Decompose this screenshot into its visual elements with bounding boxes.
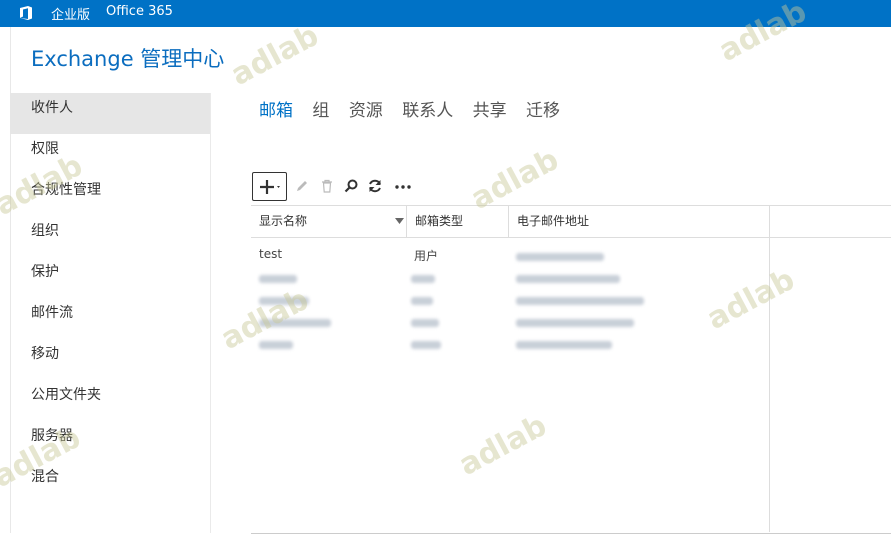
- more-button[interactable]: [392, 172, 414, 200]
- nav-item-mobile[interactable]: 移动: [10, 339, 210, 380]
- nav-item-organization[interactable]: 组织: [10, 216, 210, 257]
- nav-item-label: 组织: [31, 223, 59, 239]
- nav-item-label: 混合: [31, 469, 59, 485]
- more-icon: [395, 185, 411, 189]
- table-row[interactable]: [251, 287, 769, 309]
- col-header-label: 电子邮件地址: [517, 214, 590, 228]
- cell-mailbox-type-redacted: [411, 294, 433, 308]
- cell-mailbox-type-redacted: [411, 338, 441, 352]
- col-header-email[interactable]: 电子邮件地址: [509, 206, 770, 237]
- nav-item-label: 权限: [31, 141, 59, 157]
- tab-shared[interactable]: 共享: [473, 101, 507, 121]
- cell-email-redacted: [516, 338, 612, 352]
- recipient-tabs: 邮箱 组 资源 联系人 共享 迁移: [259, 96, 574, 121]
- cell-email-redacted: [516, 294, 644, 308]
- add-button[interactable]: [252, 172, 287, 201]
- cell-display-name-redacted: [259, 272, 297, 286]
- nav-item-hybrid[interactable]: 混合: [10, 462, 210, 503]
- grid-header: 显示名称 邮箱类型 电子邮件地址: [251, 206, 891, 238]
- refresh-button[interactable]: [365, 172, 385, 200]
- refresh-icon: [369, 179, 381, 193]
- table-row[interactable]: [251, 331, 769, 353]
- delete-button[interactable]: [317, 172, 337, 200]
- cell-mailbox-type: 用户: [414, 249, 439, 263]
- nav-divider: [210, 93, 211, 533]
- cell-display-name: test: [259, 247, 283, 261]
- nav-item-label: 服务器: [31, 428, 73, 444]
- cell-email-redacted: [516, 250, 604, 264]
- nav-item-label: 合规性管理: [31, 182, 101, 198]
- cell-email-redacted: [516, 272, 620, 286]
- product-label[interactable]: Office 365: [106, 4, 173, 19]
- edition-label[interactable]: 企业版: [51, 4, 90, 23]
- left-nav: 收件人 权限 合规性管理 组织 保护 邮件流 移动 公用文件夹 服务器 混合: [10, 93, 210, 503]
- edit-button[interactable]: [292, 172, 312, 200]
- watermark: adlab: [225, 18, 325, 93]
- cell-mailbox-type-redacted: [411, 316, 439, 330]
- nav-item-label: 移动: [31, 346, 59, 362]
- nav-item-permissions[interactable]: 权限: [10, 134, 210, 175]
- cell-mailbox-type-redacted: [411, 272, 435, 286]
- delete-icon: [322, 179, 332, 193]
- tab-groups[interactable]: 组: [312, 101, 329, 121]
- table-row[interactable]: test 用户: [251, 243, 769, 265]
- add-icon: [259, 179, 280, 194]
- office-logo-icon[interactable]: [18, 5, 34, 21]
- nav-item-label: 公用文件夹: [31, 387, 101, 403]
- app-title: Exchange 管理中心: [31, 47, 225, 71]
- tab-mailboxes[interactable]: 邮箱: [259, 101, 293, 121]
- edit-icon: [297, 181, 307, 191]
- search-button[interactable]: [341, 172, 361, 200]
- search-icon: [344, 179, 358, 193]
- nav-item-compliance[interactable]: 合规性管理: [10, 175, 210, 216]
- nav-item-servers[interactable]: 服务器: [10, 421, 210, 462]
- nav-item-protection[interactable]: 保护: [10, 257, 210, 298]
- col-header-label: 显示名称: [259, 214, 308, 228]
- cell-email-redacted: [516, 316, 634, 330]
- col-header-display-name[interactable]: 显示名称: [251, 206, 407, 237]
- sort-down-icon: [395, 218, 404, 224]
- nav-item-mail-flow[interactable]: 邮件流: [10, 298, 210, 339]
- grid-divider: [769, 237, 770, 532]
- col-header-label: 邮箱类型: [415, 214, 464, 228]
- table-row[interactable]: [251, 309, 769, 331]
- tab-contacts[interactable]: 联系人: [402, 101, 453, 121]
- nav-item-label: 保护: [31, 264, 59, 280]
- cell-display-name-redacted: [259, 338, 293, 352]
- table-row[interactable]: [251, 265, 769, 287]
- office365-top-bar: 企业版 Office 365: [0, 0, 891, 27]
- tab-resources[interactable]: 资源: [349, 101, 383, 121]
- nav-item-recipients[interactable]: 收件人: [10, 93, 210, 134]
- nav-item-public-folders[interactable]: 公用文件夹: [10, 380, 210, 421]
- mailbox-grid: 显示名称 邮箱类型 电子邮件地址 test 用户: [251, 205, 891, 534]
- cell-display-name-redacted: [259, 294, 309, 308]
- nav-item-label: 收件人: [31, 100, 73, 116]
- col-header-mailbox-type[interactable]: 邮箱类型: [407, 206, 509, 237]
- nav-item-label: 邮件流: [31, 305, 73, 321]
- cell-display-name-redacted: [259, 316, 331, 330]
- tab-migration[interactable]: 迁移: [526, 101, 560, 121]
